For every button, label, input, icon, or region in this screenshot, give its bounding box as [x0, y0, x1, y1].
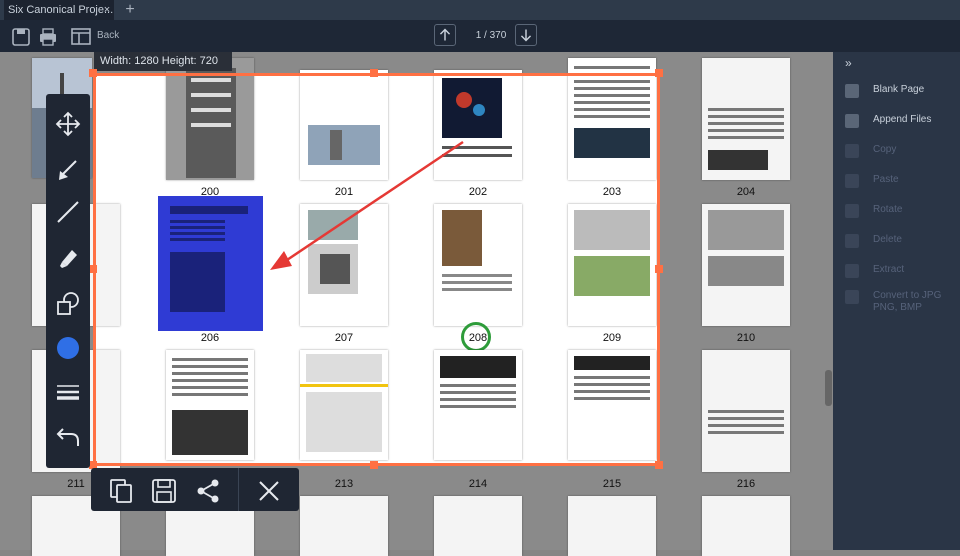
save-icon[interactable]	[150, 477, 178, 505]
print-icon[interactable]	[37, 26, 59, 48]
page-up-button[interactable]	[434, 24, 456, 46]
page-number: 215	[602, 478, 622, 490]
resize-handle[interactable]	[655, 265, 663, 273]
trash-icon	[845, 234, 859, 248]
paste-icon	[845, 174, 859, 188]
page-thumbnail[interactable]	[300, 496, 388, 556]
annotation-toolbar	[46, 94, 90, 468]
shapes-icon[interactable]	[54, 290, 82, 318]
tab-close-icon[interactable]: ×	[100, 0, 114, 20]
undo-icon[interactable]	[54, 422, 82, 450]
page-thumbnail[interactable]	[434, 496, 522, 556]
page-indicator: 1 / 370	[475, 30, 507, 41]
page-thumbnail-210[interactable]	[702, 204, 790, 326]
page-thumbnail[interactable]	[568, 496, 656, 556]
close-icon[interactable]	[255, 477, 283, 505]
rotate-button[interactable]: Rotate	[845, 202, 955, 222]
resize-handle[interactable]	[370, 461, 378, 469]
page-number: 213	[334, 478, 354, 490]
move-icon[interactable]	[54, 110, 82, 138]
toolbar-divider	[238, 468, 239, 511]
share-icon[interactable]	[194, 477, 222, 505]
extract-button[interactable]: Extract	[845, 262, 955, 282]
document-tab[interactable]: Six Canonical Proje...	[4, 0, 114, 20]
save-icon[interactable]	[10, 26, 32, 48]
document-tab-title: Six Canonical Proje...	[8, 4, 114, 16]
resize-handle[interactable]	[89, 69, 97, 77]
page-down-button[interactable]	[515, 24, 537, 46]
resize-handle[interactable]	[655, 461, 663, 469]
blank-page-button[interactable]: Blank Page	[845, 82, 955, 102]
page-thumbnail[interactable]	[702, 496, 790, 556]
resize-handle[interactable]	[370, 69, 378, 77]
layout-icon[interactable]	[70, 26, 92, 48]
tab-bar: Six Canonical Proje... × +	[0, 0, 960, 20]
page-number: 204	[736, 186, 756, 198]
extract-icon	[845, 264, 859, 278]
line-icon[interactable]	[54, 198, 82, 226]
paste-button[interactable]: Paste	[845, 172, 955, 192]
append-files-icon	[845, 114, 859, 128]
capture-dimensions: Width: 1280 Height: 720	[94, 52, 232, 71]
page-number: 216	[736, 478, 756, 490]
page-number: 214	[468, 478, 488, 490]
page-thumbnail-204[interactable]	[702, 58, 790, 180]
scrollbar[interactable]	[825, 370, 832, 406]
copy-icon[interactable]	[107, 477, 135, 505]
color-icon[interactable]	[54, 334, 82, 362]
back-label[interactable]: Back	[97, 30, 119, 41]
delete-button[interactable]: Delete	[845, 232, 955, 252]
page-thumbnail-216[interactable]	[702, 350, 790, 472]
copy-icon	[845, 144, 859, 158]
arrow-icon[interactable]	[54, 156, 82, 184]
selection-frame[interactable]	[93, 73, 660, 466]
append-files-button[interactable]: Append Files	[845, 112, 955, 132]
resize-handle[interactable]	[89, 265, 97, 273]
pen-icon[interactable]	[54, 244, 82, 272]
collapse-panel-icon[interactable]: »	[845, 56, 852, 70]
line-width-icon[interactable]	[54, 378, 82, 406]
rotate-icon	[845, 204, 859, 218]
blank-page-icon	[845, 84, 859, 98]
image-icon	[845, 290, 859, 304]
new-tab-icon[interactable]: +	[120, 0, 140, 20]
page-number: 210	[736, 332, 756, 344]
convert-formats-label: PNG, BMP	[873, 302, 922, 313]
resize-handle[interactable]	[655, 69, 663, 77]
copy-button[interactable]: Copy	[845, 142, 955, 162]
